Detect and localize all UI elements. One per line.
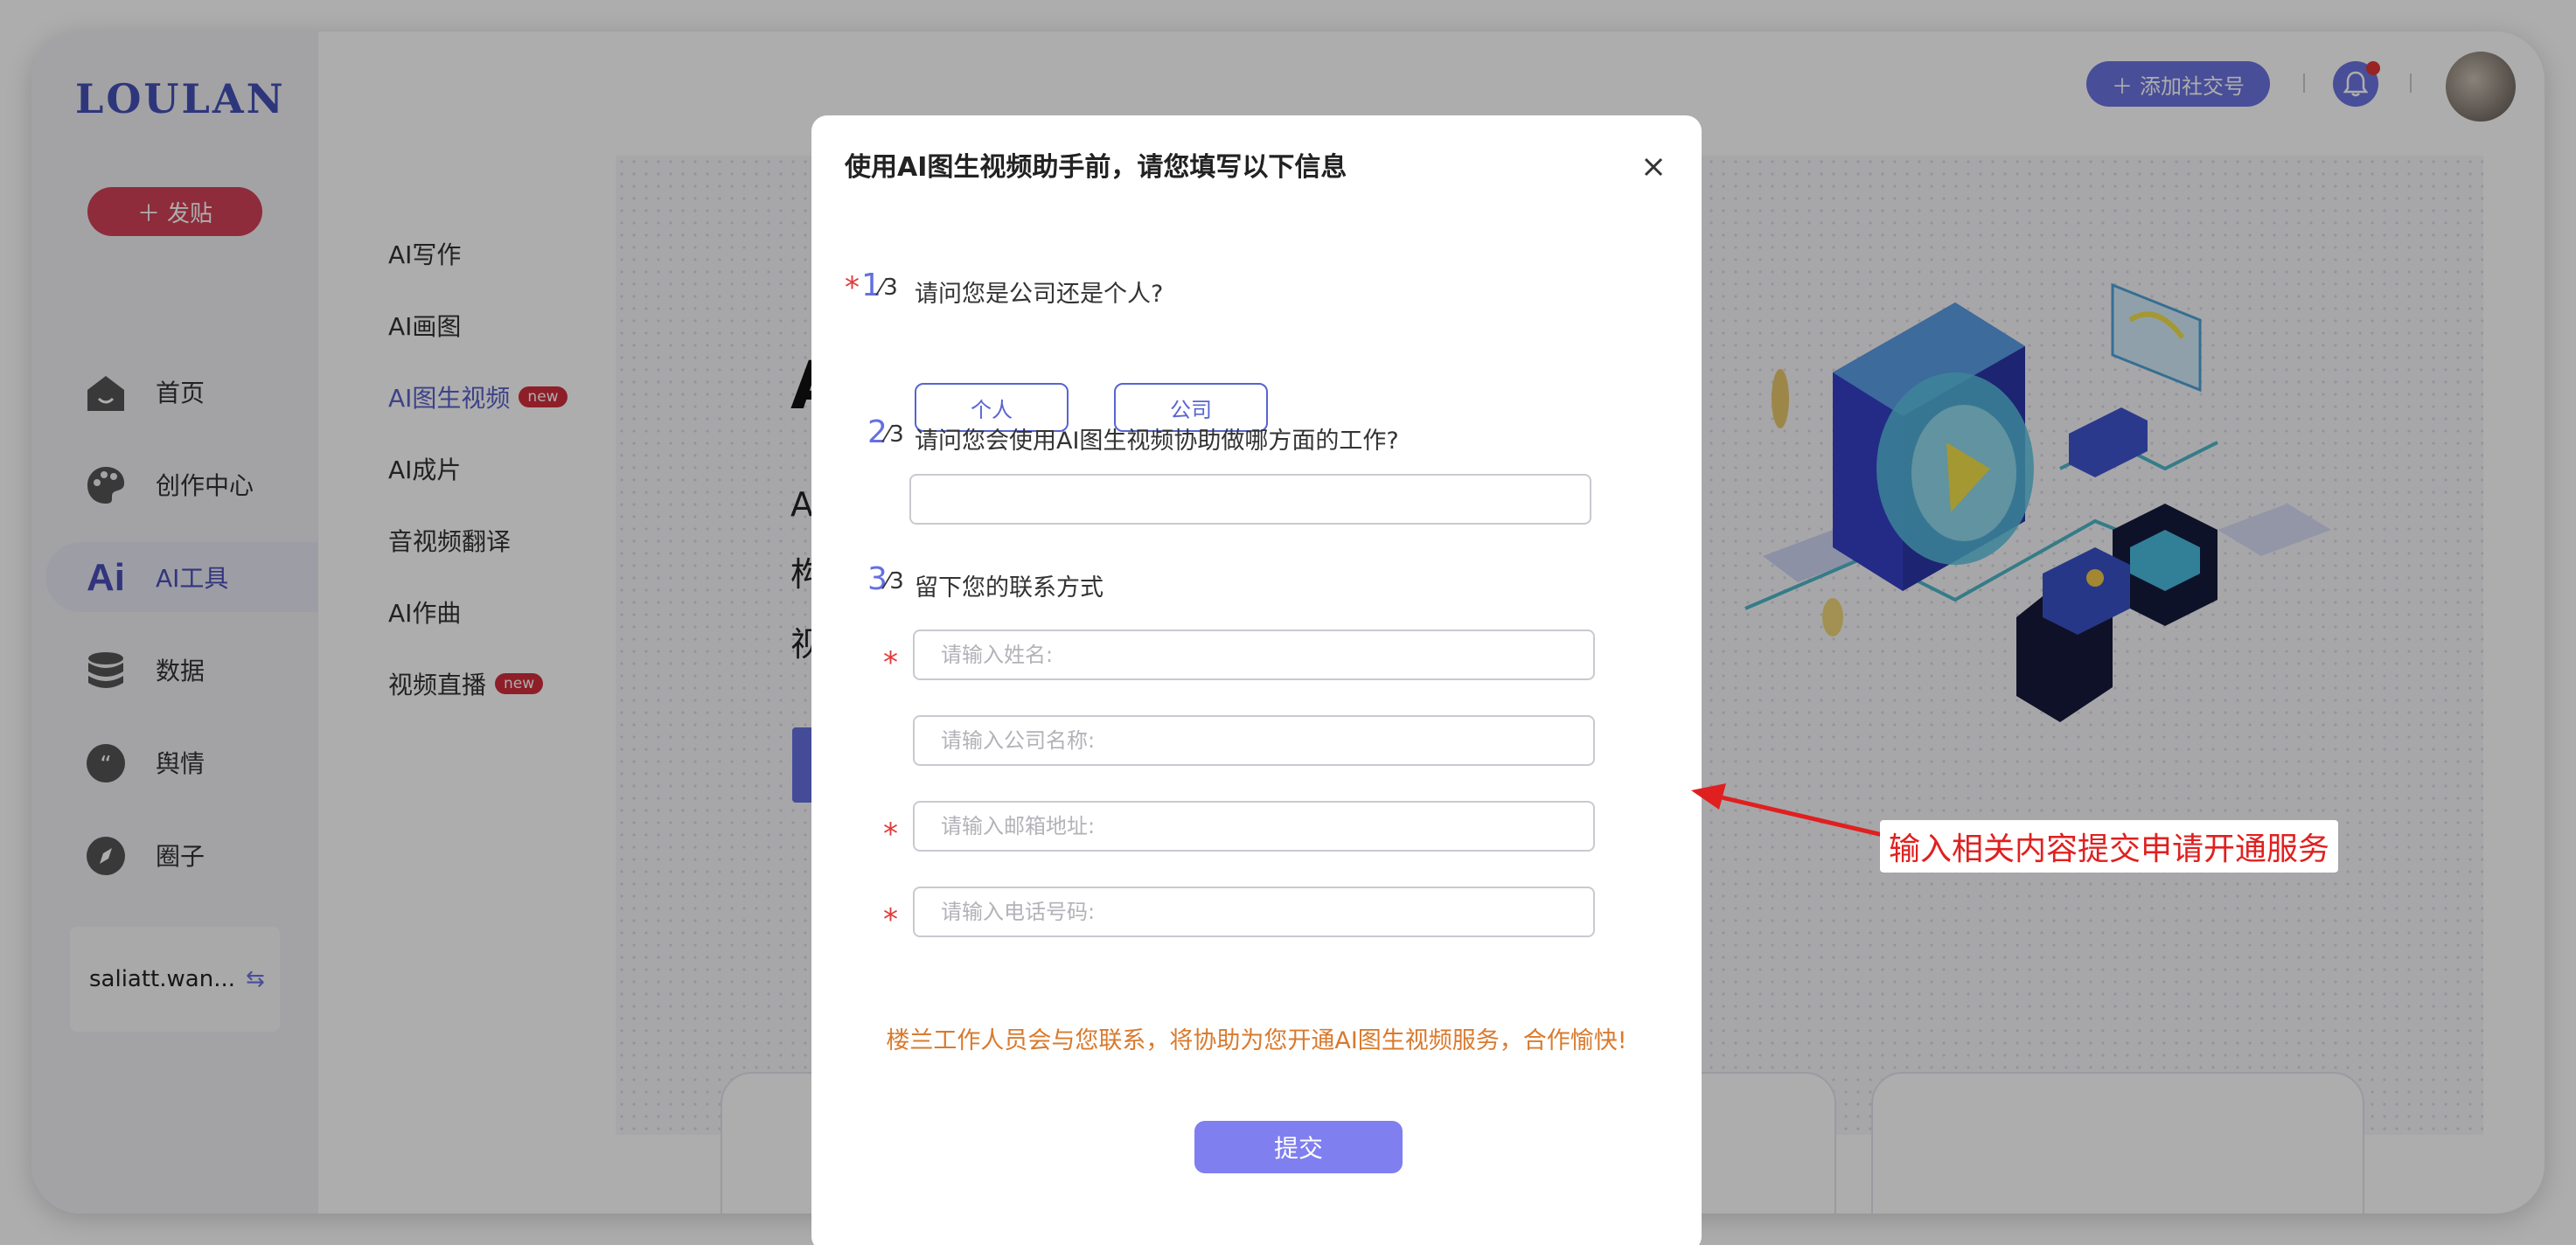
annotation-label: 输入相关内容提交申请开通服务: [1880, 820, 2339, 873]
close-icon[interactable]: [1639, 152, 1668, 182]
question-1: 请问您是公司还是个人?: [915, 281, 1164, 308]
info-form-dialog: 使用AI图生视频助手前，请您填写以下信息 * 1 ⁄3 请问您是公司还是个人? …: [811, 115, 1702, 1252]
required-asterisk: *: [845, 270, 860, 305]
contact-notice: 楼兰工作人员会与您联系，将协助为您开通AI图生视频服务，合作愉快!: [886, 1027, 1627, 1054]
step-indicator: * 1 ⁄3: [845, 268, 898, 305]
required-asterisk: *: [883, 645, 898, 680]
step-indicator: 2 ⁄3: [867, 414, 904, 450]
required-asterisk: *: [883, 817, 898, 852]
name-input[interactable]: [913, 629, 1595, 680]
dialog-title: 使用AI图生视频助手前，请您填写以下信息: [845, 152, 1347, 183]
required-asterisk: *: [883, 902, 898, 937]
step-number: 2: [867, 414, 888, 450]
step-total: ⁄3: [879, 275, 898, 301]
step-total-value: 3: [889, 568, 904, 595]
email-input[interactable]: [913, 801, 1595, 852]
work-purpose-input[interactable]: [909, 474, 1591, 525]
step-total-value: 3: [883, 275, 898, 301]
question-3: 留下您的联系方式: [915, 574, 1104, 602]
step-total: ⁄3: [885, 421, 904, 448]
step-total: ⁄3: [885, 568, 904, 595]
question-2: 请问您会使用AI图生视频协助做哪方面的工作?: [915, 428, 1399, 455]
step-indicator: 3 ⁄3: [867, 561, 904, 597]
submit-button[interactable]: 提交: [1194, 1121, 1403, 1173]
company-name-input[interactable]: [913, 715, 1595, 766]
step-total-value: 3: [889, 421, 904, 448]
phone-input[interactable]: [913, 887, 1595, 937]
step-number: 3: [867, 561, 888, 597]
step-number: 1: [861, 268, 881, 303]
annotation-arrow-icon: [1691, 783, 1895, 840]
